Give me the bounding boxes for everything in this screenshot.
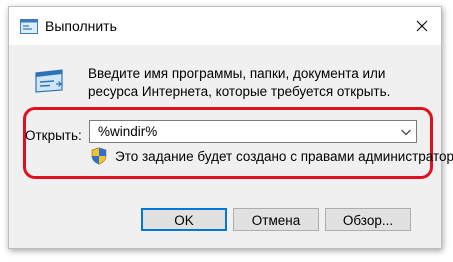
open-combobox[interactable]: %windir% — [89, 120, 417, 143]
open-label: Открыть: — [25, 128, 82, 143]
run-icon — [35, 69, 63, 93]
run-app-icon — [20, 19, 38, 34]
browse-button[interactable]: Обзор... — [325, 208, 411, 231]
open-input[interactable]: %windir% — [98, 124, 157, 139]
uac-shield-icon — [91, 147, 107, 165]
cancel-button[interactable]: Отмена — [233, 208, 319, 231]
close-icon[interactable] — [409, 13, 435, 39]
dialog-description: Введите имя программы, папки, документа … — [88, 66, 391, 99]
ok-button[interactable]: OK — [141, 208, 227, 231]
run-dialog: Выполнить Введите имя программы, папки, … — [8, 6, 453, 249]
admin-note: Это задание будет создано с правами адми… — [115, 149, 453, 164]
button-bar: OK Отмена Обзор... — [9, 198, 441, 248]
highlight-frame — [23, 107, 433, 179]
chevron-down-icon[interactable] — [400, 127, 412, 137]
window-title: Выполнить — [45, 18, 117, 34]
title-bar[interactable]: Выполнить — [9, 7, 441, 45]
